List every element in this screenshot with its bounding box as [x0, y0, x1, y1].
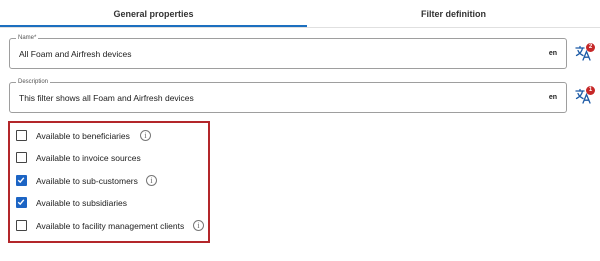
tab-bar: General properties Filter definition [0, 0, 600, 28]
checkbox-beneficiaries[interactable] [16, 130, 27, 141]
checkbox-label-sub-customers[interactable]: Available to sub-customers [36, 175, 138, 187]
check-icon [17, 177, 25, 184]
name-translate-button[interactable]: 2 [575, 43, 595, 63]
name-language-code: en [548, 50, 557, 57]
description-translations-badge: 1 [586, 86, 595, 95]
name-field-value[interactable]: All Foam and Airfresh devices [19, 49, 131, 59]
description-field-value[interactable]: This filter shows all Foam and Airfresh … [19, 93, 194, 103]
checkbox-facility-management[interactable] [16, 220, 27, 231]
checkbox-invoice-sources[interactable] [16, 152, 27, 163]
active-tab-indicator [0, 25, 307, 27]
description-language-code: en [548, 94, 557, 101]
checkbox-subsidiaries[interactable] [16, 197, 27, 208]
name-field-label: Name* [16, 34, 39, 42]
check-icon [17, 199, 25, 206]
info-icon[interactable]: i [140, 130, 151, 141]
description-translate-button[interactable]: 1 [575, 86, 595, 106]
checkbox-label-invoice-sources[interactable]: Available to invoice sources [36, 152, 141, 164]
availability-checkbox-group: Available to beneficiaries i Available t… [8, 121, 210, 243]
tab-filter-definition[interactable]: Filter definition [307, 0, 600, 28]
tab-general-properties[interactable]: General properties [0, 0, 307, 28]
description-field[interactable]: Description This filter shows all Foam a… [9, 78, 567, 113]
checkbox-label-subsidiaries[interactable]: Available to subsidiaries [36, 197, 127, 209]
name-field[interactable]: Name* All Foam and Airfresh devices en [9, 34, 567, 69]
checkbox-label-facility-management[interactable]: Available to facility management clients [36, 220, 184, 232]
description-field-label: Description [16, 78, 51, 86]
name-translations-badge: 2 [586, 43, 595, 52]
checkbox-sub-customers[interactable] [16, 175, 27, 186]
info-icon[interactable]: i [193, 220, 204, 231]
checkbox-label-beneficiaries[interactable]: Available to beneficiaries [36, 130, 130, 142]
info-icon[interactable]: i [146, 175, 157, 186]
